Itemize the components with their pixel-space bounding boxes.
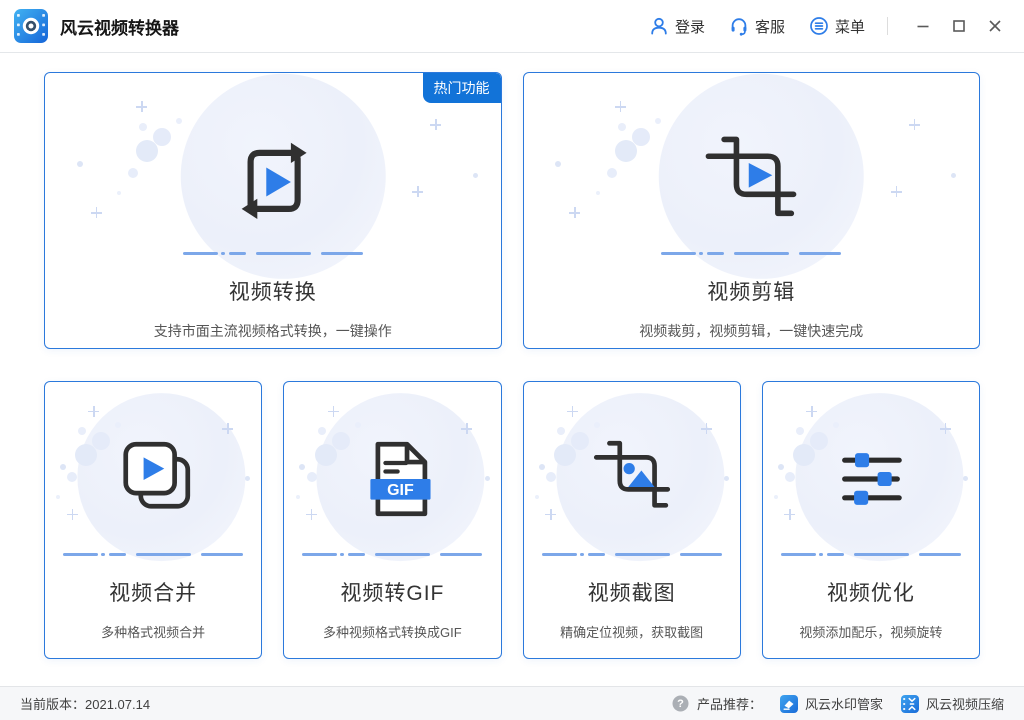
feature-card-video-edit[interactable]: 视频剪辑 视频裁剪，视频剪辑，一键快速完成: [522, 72, 980, 349]
feature-card-video-optimize[interactable]: 视频优化 视频添加配乐，视频旋转: [761, 381, 980, 659]
gif-file-icon: GIF: [370, 441, 431, 517]
menu-label: 菜单: [834, 18, 865, 36]
card-subtitle: 多种格式视频合并: [101, 625, 206, 640]
product-link-compress[interactable]: 风云视频压缩: [900, 694, 1004, 713]
maximize-icon: [953, 20, 965, 32]
menu-button[interactable]: 菜单: [809, 16, 865, 37]
close-icon: [989, 20, 1001, 32]
help-glyph: ?: [677, 698, 684, 710]
sliders-icon: [841, 453, 902, 505]
card-subtitle: 视频添加配乐，视频旋转: [799, 625, 943, 640]
dash-divider: [541, 553, 722, 556]
card-subtitle: 多种视频格式转换成GIF: [323, 625, 462, 640]
product-label: 风云水印管家: [804, 697, 883, 712]
close-button[interactable]: [980, 11, 1010, 41]
card-subtitle: 视频裁剪，视频剪辑，一键快速完成: [639, 323, 864, 339]
video-convert-icon: [241, 142, 307, 219]
card-subtitle: 精确定位视频，获取截图: [560, 625, 704, 640]
maximize-button[interactable]: [944, 11, 974, 41]
feature-card-video-to-gif[interactable]: GIF 视频转GIF 多种视频格式转换成GIF: [283, 381, 502, 659]
video-merge-icon: [123, 441, 191, 509]
menu-list-icon: [810, 17, 828, 35]
version-label: 当前版本：2021.07.14: [20, 697, 151, 712]
support-button[interactable]: 客服: [729, 16, 785, 37]
dash-divider: [63, 553, 244, 556]
titlebar-divider: [887, 17, 888, 35]
login-button[interactable]: 登录: [649, 16, 705, 37]
dash-divider: [302, 553, 483, 556]
card-title: 视频转GIF: [340, 582, 445, 605]
main-content: 热门功能 视频转换 支持市面主流视频格式转换，一键操作 视频剪辑 视频裁剪，视频…: [0, 53, 1024, 659]
compress-app-icon: [900, 694, 919, 713]
feature-card-video-merge[interactable]: 视频合并 多种格式视频合并: [44, 381, 263, 659]
titlebar: 风云视频转换器 登录 客服 菜单: [0, 0, 1024, 53]
watermark-app-icon: [779, 694, 798, 713]
card-title: 视频合并: [109, 582, 198, 605]
headset-icon: [731, 18, 747, 36]
hot-feature-badge: 热门功能: [422, 73, 501, 103]
minimize-icon: [917, 25, 929, 28]
video-screenshot-icon: [593, 440, 670, 508]
product-link-watermark[interactable]: 风云水印管家: [779, 694, 883, 713]
dash-divider: [780, 553, 961, 556]
card-subtitle: 支持市面主流视频格式转换，一键操作: [153, 323, 392, 339]
help-icon[interactable]: ?: [672, 695, 689, 712]
video-crop-icon: [705, 136, 797, 217]
card-title: 视频截图: [587, 582, 676, 605]
support-label: 客服: [754, 18, 785, 36]
dash-divider: [661, 252, 842, 255]
app-logo-icon: [14, 9, 48, 43]
minimize-button[interactable]: [908, 11, 938, 41]
gif-banner-label: GIF: [388, 482, 415, 499]
statusbar: 当前版本：2021.07.14 ? 产品推荐： 风云水印管家 风云视频压缩: [0, 686, 1024, 720]
card-title: 视频转换: [228, 281, 317, 304]
card-title: 视频剪辑: [707, 281, 796, 304]
dash-divider: [182, 252, 363, 255]
card-title: 视频优化: [826, 582, 915, 605]
user-icon: [651, 17, 667, 35]
feature-card-video-convert[interactable]: 热门功能 视频转换 支持市面主流视频格式转换，一键操作: [44, 72, 502, 349]
recommend-label: 产品推荐：: [696, 697, 762, 712]
login-label: 登录: [674, 18, 705, 36]
feature-card-video-screenshot[interactable]: 视频截图 精确定位视频，获取截图: [522, 381, 741, 659]
product-label: 风云视频压缩: [925, 697, 1004, 712]
app-title: 风云视频转换器: [60, 18, 179, 38]
